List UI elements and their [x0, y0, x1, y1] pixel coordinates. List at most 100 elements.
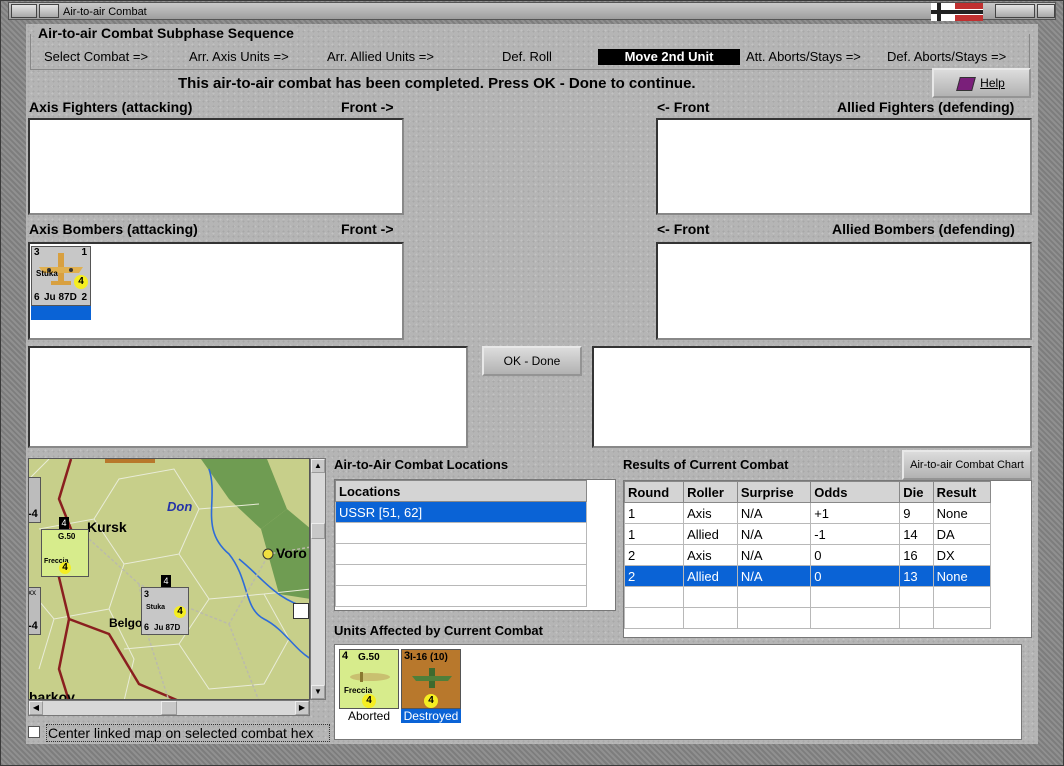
map-edge-unit-1[interactable]: -4 — [29, 477, 41, 523]
map-horizontal-scrollbar[interactable]: ◀ ▶ — [28, 700, 310, 716]
step-att-aborts: Att. Aborts/Stays => — [746, 49, 861, 64]
cell — [736, 607, 812, 629]
cell: 9 — [899, 502, 934, 524]
cell: DA — [932, 523, 992, 545]
locations-table: Locations USSR [51, 62] — [335, 480, 587, 607]
map-edge-unit-2[interactable]: xx -4 — [29, 587, 41, 635]
axis-bombers-label: Axis Bombers (attacking) — [29, 221, 198, 237]
cell — [932, 586, 992, 608]
center-map-checkbox[interactable] — [28, 726, 40, 738]
col-odds[interactable]: Odds — [810, 481, 901, 503]
ok-done-button[interactable]: OK - Done — [482, 346, 582, 376]
col-round[interactable]: Round — [623, 481, 685, 503]
german-flag-icon — [931, 3, 983, 21]
map-label-don: Don — [167, 499, 193, 514]
allied-bombers-label: Allied Bombers (defending) — [832, 221, 1015, 237]
window-title: Air-to-air Combat — [63, 6, 147, 18]
cell: 14 — [899, 523, 934, 545]
affected-unit-i16-status: Destroyed — [401, 709, 461, 723]
step-arr-allied: Arr. Allied Units => — [327, 49, 434, 64]
cell: 2 — [623, 565, 685, 587]
cell: 16 — [899, 544, 934, 566]
affected-units-box[interactable]: 4 G.50 Freccia 4 Aborted 3 I-16 (10) 4 D… — [334, 644, 1022, 740]
allied-fighters-label: Allied Fighters (defending) — [837, 99, 1015, 115]
map-vertical-scrollbar[interactable]: ▲ ▼ — [310, 458, 326, 700]
cell: Axis — [683, 544, 738, 566]
cell: N/A — [736, 544, 812, 566]
step-select-combat: Select Combat => — [44, 49, 149, 64]
location-row[interactable]: USSR [51, 62] — [335, 501, 587, 523]
cell — [810, 586, 901, 608]
cell: Allied — [683, 565, 738, 587]
axis-bomber-counter[interactable]: 3 1 Stuka 4 6 Ju 87D 2 — [31, 246, 91, 306]
linked-map[interactable]: Kursk Don Voro Belgo harkov -4 xx -4 G.5… — [28, 458, 310, 700]
cell: 0 — [810, 565, 901, 587]
table-row[interactable]: 2 Axis N/A 0 16 DX — [623, 544, 992, 566]
scroll-left-icon[interactable]: ◀ — [29, 701, 43, 715]
allied-fighters-box[interactable] — [656, 118, 1032, 215]
axis-fighters-label: Axis Fighters (attacking) — [29, 99, 193, 115]
location-row[interactable] — [335, 522, 587, 544]
map-stack-count-1: 4 — [59, 517, 69, 529]
maximize-button[interactable] — [995, 4, 1035, 18]
locations-heading: Air-to-Air Combat Locations — [334, 457, 509, 472]
system-menu-button[interactable] — [11, 4, 37, 18]
vertical-scroll-thumb[interactable] — [311, 523, 325, 539]
affected-unit-i16[interactable]: 3 I-16 (10) 4 — [401, 649, 461, 709]
table-row[interactable]: 1 Allied N/A -1 14 DA — [623, 523, 992, 545]
step-def-roll: Def. Roll — [502, 49, 552, 64]
location-row[interactable] — [335, 564, 587, 586]
col-roller[interactable]: Roller — [683, 481, 738, 503]
map-stack-count-2: 4 — [161, 575, 171, 587]
scroll-up-icon[interactable]: ▲ — [311, 459, 325, 473]
axis-fighters-box[interactable] — [28, 118, 404, 215]
map-label-belgo: Belgo — [109, 616, 143, 630]
sequence-steps: Select Combat => Arr. Axis Units => Arr.… — [0, 49, 1064, 67]
cell — [623, 586, 685, 608]
location-row[interactable] — [335, 585, 587, 607]
air-combat-chart-button[interactable]: Air-to-air Combat Chart — [902, 450, 1032, 480]
help-book-icon — [956, 76, 977, 91]
step-arr-axis: Arr. Axis Units => — [189, 49, 289, 64]
cell: N/A — [736, 565, 812, 587]
cell — [899, 607, 934, 629]
minimize-button[interactable] — [39, 4, 59, 18]
scroll-down-icon[interactable]: ▼ — [311, 685, 325, 699]
table-row[interactable]: 1 Axis N/A +1 9 None — [623, 502, 992, 524]
locations-list[interactable]: Locations USSR [51, 62] — [334, 479, 616, 611]
cell — [899, 586, 934, 608]
table-row[interactable] — [623, 607, 992, 629]
cell: N/A — [736, 502, 812, 524]
center-map-checkbox-label[interactable]: Center linked map on selected combat hex — [46, 724, 330, 742]
map-counter-stuka[interactable]: 3 Stuka 4 6 Ju 87D — [141, 587, 189, 635]
locations-column-header[interactable]: Locations — [335, 480, 587, 502]
allied-combat-detail-box — [592, 346, 1032, 448]
title-bar: Air-to-air Combat — [8, 2, 1056, 21]
scroll-right-icon[interactable]: ▶ — [295, 701, 309, 715]
cell: -1 — [810, 523, 901, 545]
affected-unit-g50[interactable]: 4 G.50 Freccia 4 — [339, 649, 399, 709]
cell: N/A — [736, 523, 812, 545]
cell: 2 — [623, 544, 685, 566]
results-list[interactable]: Round Roller Surprise Odds Die Result 1A… — [623, 480, 1032, 638]
table-row-selected[interactable]: 2 Allied N/A 0 13 None — [623, 565, 992, 587]
cell: Allied — [683, 523, 738, 545]
col-die[interactable]: Die — [899, 481, 934, 503]
cell: None — [932, 502, 992, 524]
allied-bombers-box[interactable] — [656, 242, 1032, 340]
horizontal-scroll-thumb[interactable] — [161, 701, 177, 715]
cell: Axis — [683, 502, 738, 524]
col-surprise[interactable]: Surprise — [736, 481, 812, 503]
map-label-kharkov: harkov — [29, 689, 75, 700]
table-row[interactable] — [623, 586, 992, 608]
close-button[interactable] — [1037, 4, 1055, 18]
axis-bomber-selection-bar — [31, 306, 91, 320]
cell: 1 — [623, 502, 685, 524]
help-button[interactable]: Help — [932, 68, 1031, 98]
location-row[interactable] — [335, 543, 587, 565]
cell: DX — [932, 544, 992, 566]
map-counter-g50[interactable]: G.50 Freccia 4 — [41, 529, 89, 577]
allied-bombers-front-label: <- Front — [657, 221, 710, 237]
map-crossed-hex-icon — [293, 603, 309, 619]
col-result[interactable]: Result — [932, 481, 992, 503]
